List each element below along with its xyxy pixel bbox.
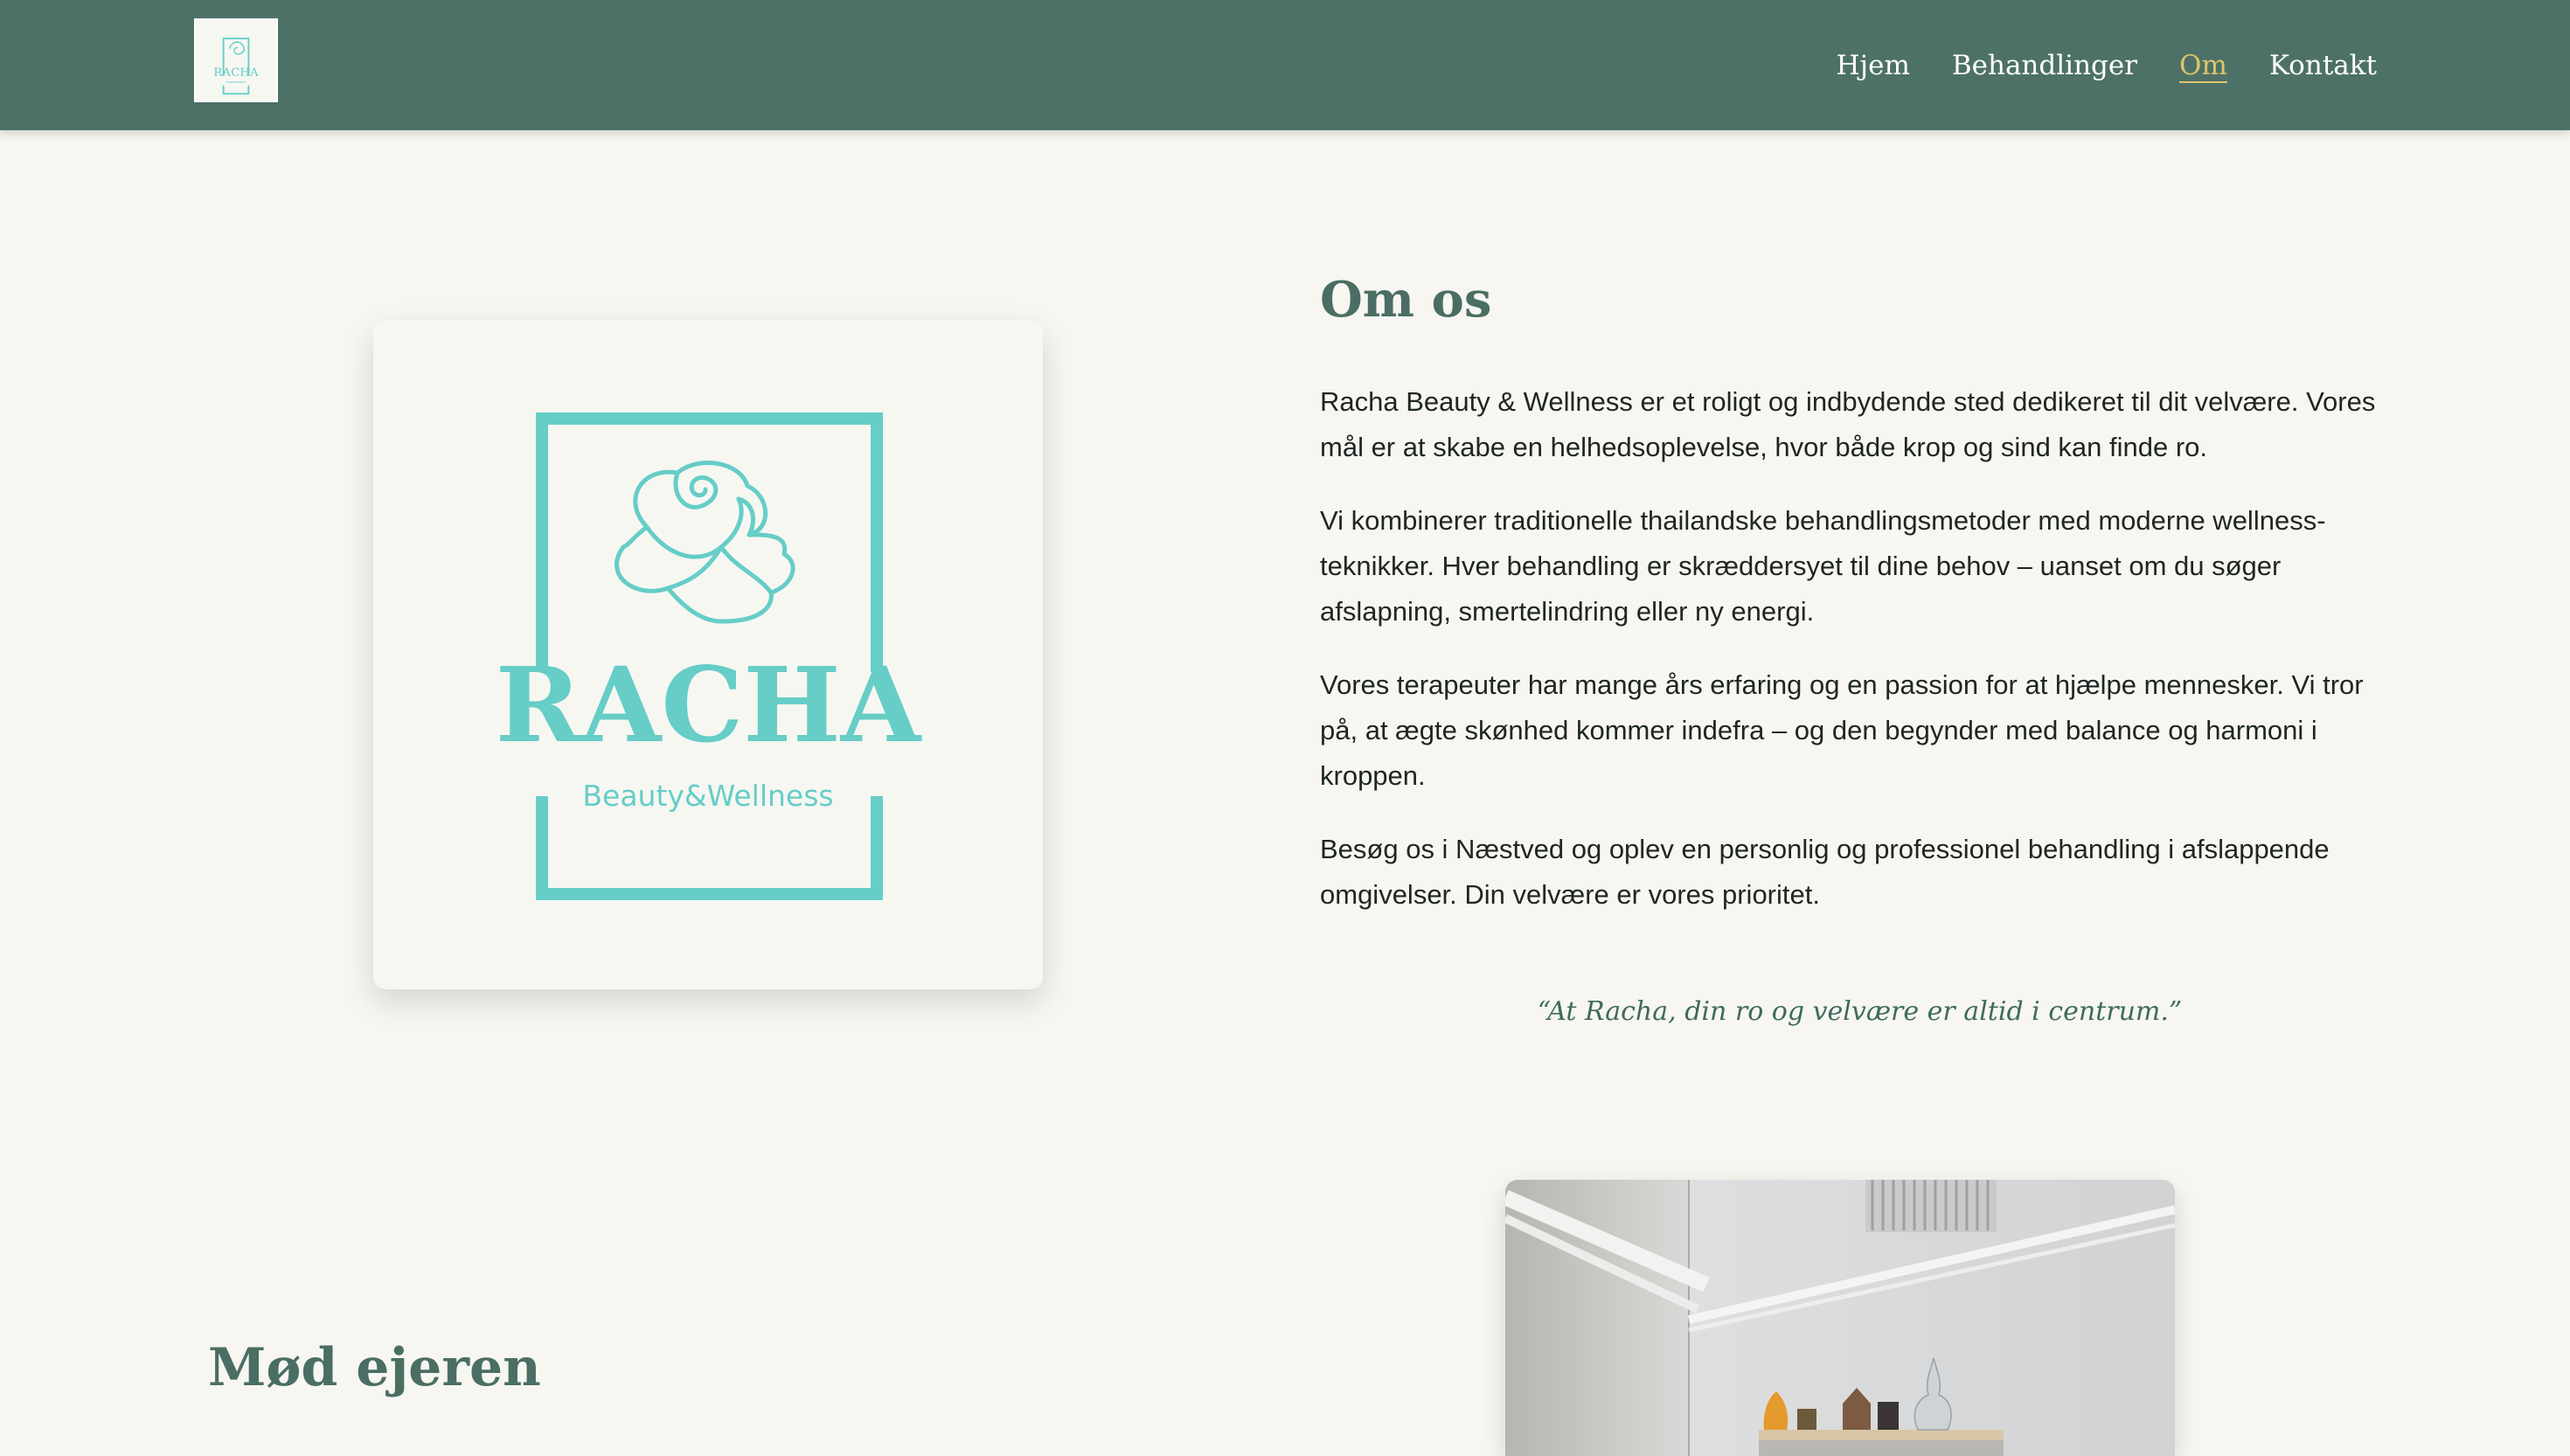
about-paragraph-1: Racha Beauty & Wellness er et roligt og … <box>1320 386 2376 462</box>
nav-links: Hjem Behandlinger Om Kontakt <box>1836 0 2377 130</box>
about-title: Om os <box>1320 271 1492 329</box>
nav-logo[interactable]: RACHA <box>194 18 278 102</box>
brand-logo-tagline: Beauty&Wellness <box>582 779 833 813</box>
brand-logo-name: RACHA <box>496 644 922 766</box>
nav-link-hjem[interactable]: Hjem <box>1836 50 1909 81</box>
about-paragraph-3: Vores terapeuter har mange års erfaring … <box>1320 669 2364 791</box>
about-section: Om os Racha Beauty & Wellness er et roli… <box>1320 271 2400 1027</box>
nav-link-kontakt[interactable]: Kontakt <box>2269 50 2377 81</box>
treatment-room-photo <box>1505 1180 2175 1456</box>
racha-brand-logo: RACHA Beauty&Wellness <box>496 413 922 900</box>
brand-logo-card: RACHA Beauty&Wellness <box>373 320 1043 989</box>
nav-link-om[interactable]: Om <box>2179 50 2227 81</box>
about-quote: “At Racha, din ro og velvære er altid i … <box>1537 996 2183 1027</box>
nav-logo-text: RACHA <box>213 66 259 80</box>
rose-icon <box>615 461 795 624</box>
nav-link-behandlinger[interactable]: Behandlinger <box>1952 50 2137 81</box>
about-paragraph-4: Besøg os i Næstved og oplev en personlig… <box>1320 834 2330 910</box>
top-navigation: RACHA Hjem Behandlinger Om Kontakt <box>0 0 2570 130</box>
rose-logo-icon: RACHA <box>213 38 259 95</box>
about-paragraph-2: Vi kombinerer traditionelle thailandske … <box>1320 505 2326 627</box>
owner-title: Mød ejeren <box>208 1337 541 1398</box>
